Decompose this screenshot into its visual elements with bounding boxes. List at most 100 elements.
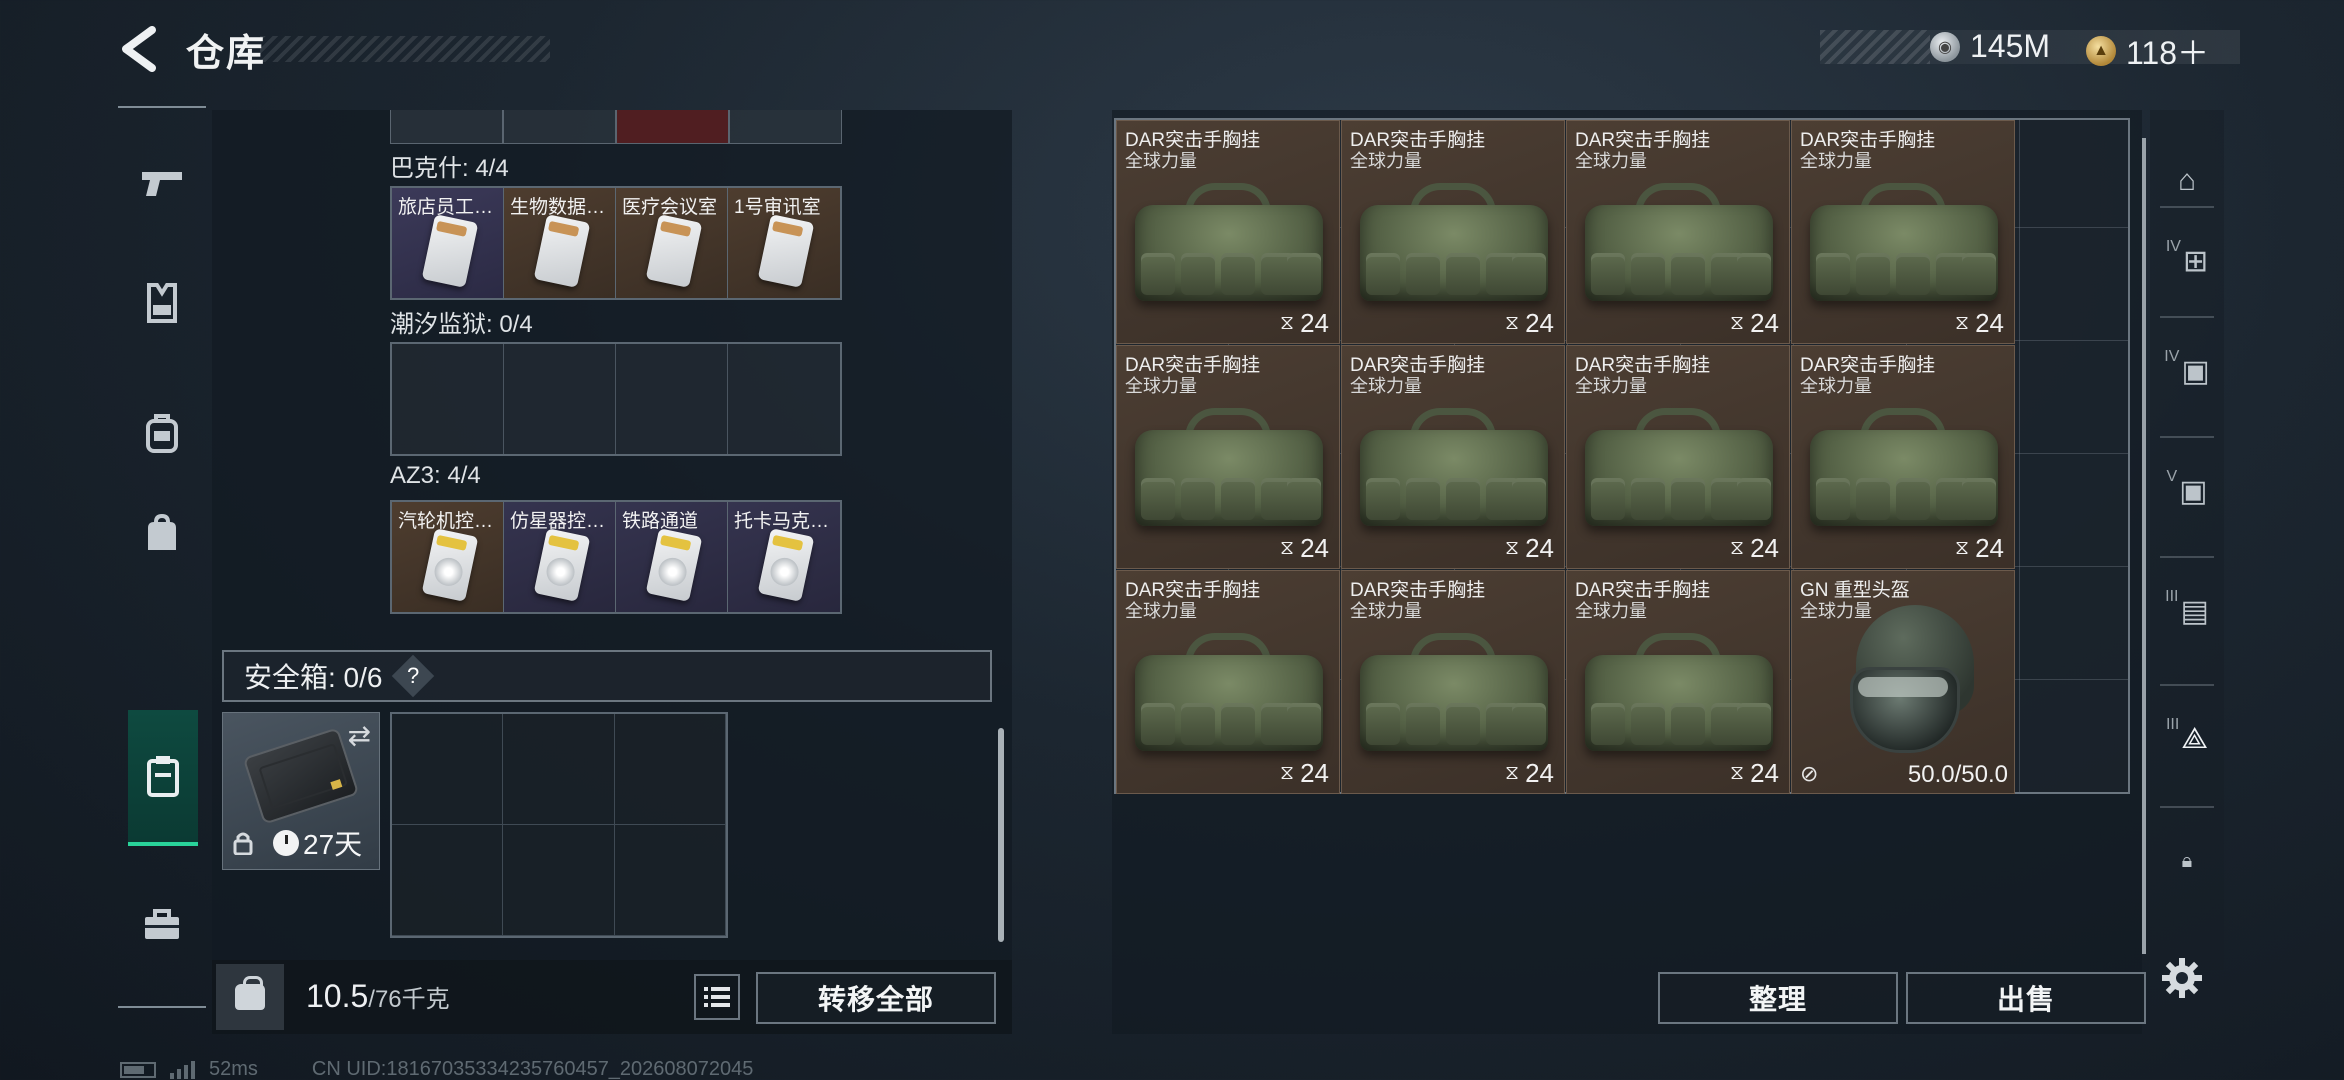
item-stat: ⧖ 24 <box>1505 308 1554 339</box>
help-button[interactable]: ? <box>392 654 435 698</box>
chest-rig-item[interactable]: DAR突击手胸挂 全球力量 ⧖ 24 <box>1116 570 1340 794</box>
vest-icon: ⧖ <box>1280 537 1295 559</box>
nav-weapon[interactable] <box>118 138 206 228</box>
key-slot[interactable]: 1号审讯室 <box>728 188 840 298</box>
key-slot[interactable]: 托卡马克… <box>728 502 840 612</box>
item-stat: ⧖ 24 <box>1730 758 1779 789</box>
safe-box-slot[interactable]: ⇄ 27天 <box>222 712 380 870</box>
chest-rig-item[interactable]: DAR突击手胸挂 全球力量 ⧖ 24 <box>1566 345 1790 569</box>
item-faction: 全球力量 <box>1125 151 1197 171</box>
key-card-icon <box>533 214 591 288</box>
item-stat-value: 24 <box>1300 758 1329 788</box>
empty-key-slot[interactable] <box>616 344 728 454</box>
item-faction: 全球力量 <box>1800 151 1872 171</box>
nav-bag[interactable] <box>118 488 206 578</box>
list-view-button[interactable] <box>694 974 740 1020</box>
weight-readout: 10.5/76千克 <box>306 978 450 1015</box>
key-slot[interactable]: 生物数据… <box>504 188 616 298</box>
back-button[interactable] <box>118 26 160 72</box>
chest-rig-item[interactable]: DAR突击手胸挂 全球力量 ⧖ 24 <box>1566 570 1790 794</box>
chest-rig-icon <box>1135 183 1323 301</box>
item-faction: 全球力量 <box>1350 601 1422 621</box>
tab-level: IV <box>2164 348 2180 365</box>
chest-rig-item[interactable]: DAR突击手胸挂 全球力量 ⧖ 24 <box>1341 120 1565 344</box>
storage-tab-3[interactable]: IV ▣ <box>2150 336 2224 406</box>
chest-rig-item[interactable]: DAR突击手胸挂 全球力量 ⧖ 24 <box>1116 345 1340 569</box>
empty-key-slot[interactable] <box>504 344 616 454</box>
empty-key-slot[interactable] <box>728 344 840 454</box>
key-name: 仿星器控… <box>510 511 606 532</box>
storage-tab-2[interactable]: IV ⊞ <box>2150 226 2224 296</box>
key-name: 生物数据… <box>510 197 606 218</box>
storage-tab-5[interactable]: III ▤ <box>2150 576 2224 646</box>
chest-rig-item[interactable]: DAR突击手胸挂 全球力量 ⧖ 24 <box>1341 345 1565 569</box>
empty-key-slot[interactable] <box>392 344 504 454</box>
key-slot[interactable]: 仿星器控… <box>504 502 616 612</box>
item-stat-value: 24 <box>1975 533 2004 563</box>
item-stat: ⧖ 24 <box>1955 308 2004 339</box>
vest-icon <box>147 283 177 323</box>
gear-icon <box>2162 958 2202 998</box>
safe-timer: 27天 <box>273 823 362 863</box>
chest-rig-icon <box>1585 183 1773 301</box>
safe-box-grid[interactable] <box>390 712 728 938</box>
item-faction: 全球力量 <box>1350 151 1422 171</box>
settings-button[interactable] <box>2160 956 2204 1010</box>
key-slot[interactable]: 铁路通道 <box>616 502 728 612</box>
helmet-item[interactable]: GN 重型头盔 全球力量 ⊘ 50.0/50.0 <box>1791 570 2015 794</box>
item-stat-value: 24 <box>1750 533 1779 563</box>
tab-level: IV <box>2165 238 2181 255</box>
tab-divider <box>2160 684 2214 686</box>
chest-rig-item[interactable]: DAR突击手胸挂 全球力量 ⧖ 24 <box>1341 570 1565 794</box>
uid-text: CN UID:18167035334235760457_202608072045 <box>311 1058 754 1080</box>
tab-level: III <box>2165 716 2180 733</box>
item-stat: ⧖ 24 <box>1280 533 1329 564</box>
nav-toolbox[interactable] <box>118 880 206 970</box>
chest-rig-icon <box>1360 633 1548 751</box>
nav-case[interactable] <box>128 710 198 846</box>
nav-vest[interactable] <box>118 258 206 348</box>
key-slot[interactable]: 医疗会议室 <box>616 188 728 298</box>
storage-tabs-scrollbar[interactable] <box>2142 138 2146 954</box>
chest-rig-icon <box>1360 183 1548 301</box>
item-faction: 全球力量 <box>1125 601 1197 621</box>
ping-text: 52ms <box>209 1058 258 1080</box>
left-panel-scrollbar[interactable] <box>998 728 1004 942</box>
transfer-all-button[interactable]: 转移全部 <box>756 972 996 1024</box>
list-icon <box>704 987 730 1007</box>
nav-backpack[interactable] <box>118 388 206 478</box>
storage-settings-icon: ▣ <box>2179 474 2208 508</box>
back-arrow-icon <box>122 26 156 72</box>
helmet-icon <box>1836 605 1986 755</box>
chest-rig-item[interactable]: DAR突击手胸挂 全球力量 ⧖ 24 <box>1791 120 2015 344</box>
item-faction: 全球力量 <box>1575 376 1647 396</box>
key-slot[interactable]: 旅店员工… <box>392 188 504 298</box>
vest-icon: ⧖ <box>1955 537 1970 559</box>
chest-rig-item[interactable]: DAR突击手胸挂 全球力量 ⧖ 24 <box>1566 120 1790 344</box>
chest-rig-item[interactable]: DAR突击手胸挂 全球力量 ⧖ 24 <box>1116 120 1340 344</box>
tab-divider <box>2160 316 2214 318</box>
weight-max: /76千克 <box>368 986 450 1013</box>
add-storage-icon: ⊞ <box>2182 244 2209 278</box>
storage-tab-7[interactable]: 🔒︎ <box>2150 826 2224 896</box>
item-durability: 50.0/50.0 <box>1907 761 2008 788</box>
sell-button[interactable]: 出售 <box>1906 972 2146 1024</box>
tab-divider <box>2160 556 2214 558</box>
vest-icon: ⧖ <box>1955 312 1970 334</box>
key-card-icon <box>533 528 591 602</box>
storage-tab-4[interactable]: V ▣ <box>2150 456 2224 526</box>
key-name: 旅店员工… <box>398 197 494 218</box>
chest-rig-item[interactable]: DAR突击手胸挂 全球力量 ⧖ 24 <box>1791 345 2015 569</box>
swap-icon[interactable]: ⇄ <box>348 719 371 752</box>
storage-tab-6[interactable]: III ⟁ <box>2150 704 2224 774</box>
key-name: 医疗会议室 <box>622 197 718 218</box>
vest-icon: ⧖ <box>1505 537 1520 559</box>
key-row-az3: 汽轮机控… 仿星器控… 铁路通道 托卡马克… <box>390 500 842 614</box>
key-slot[interactable]: 汽轮机控… <box>392 502 504 612</box>
storage-grid[interactable]: DAR突击手胸挂 全球力量 ⧖ 24 DAR突击手胸挂 全球力量 ⧖ 24 DAR突击手胸挂 全球… <box>1114 118 2130 794</box>
sort-button[interactable]: 整理 <box>1658 972 1898 1024</box>
gold-currency[interactable]: ▲ 118＋ <box>2086 28 2209 74</box>
silver-currency[interactable]: ◉ 145M <box>1930 28 2050 65</box>
lock-icon <box>233 831 253 861</box>
key-row-tidal-prison <box>390 342 842 456</box>
